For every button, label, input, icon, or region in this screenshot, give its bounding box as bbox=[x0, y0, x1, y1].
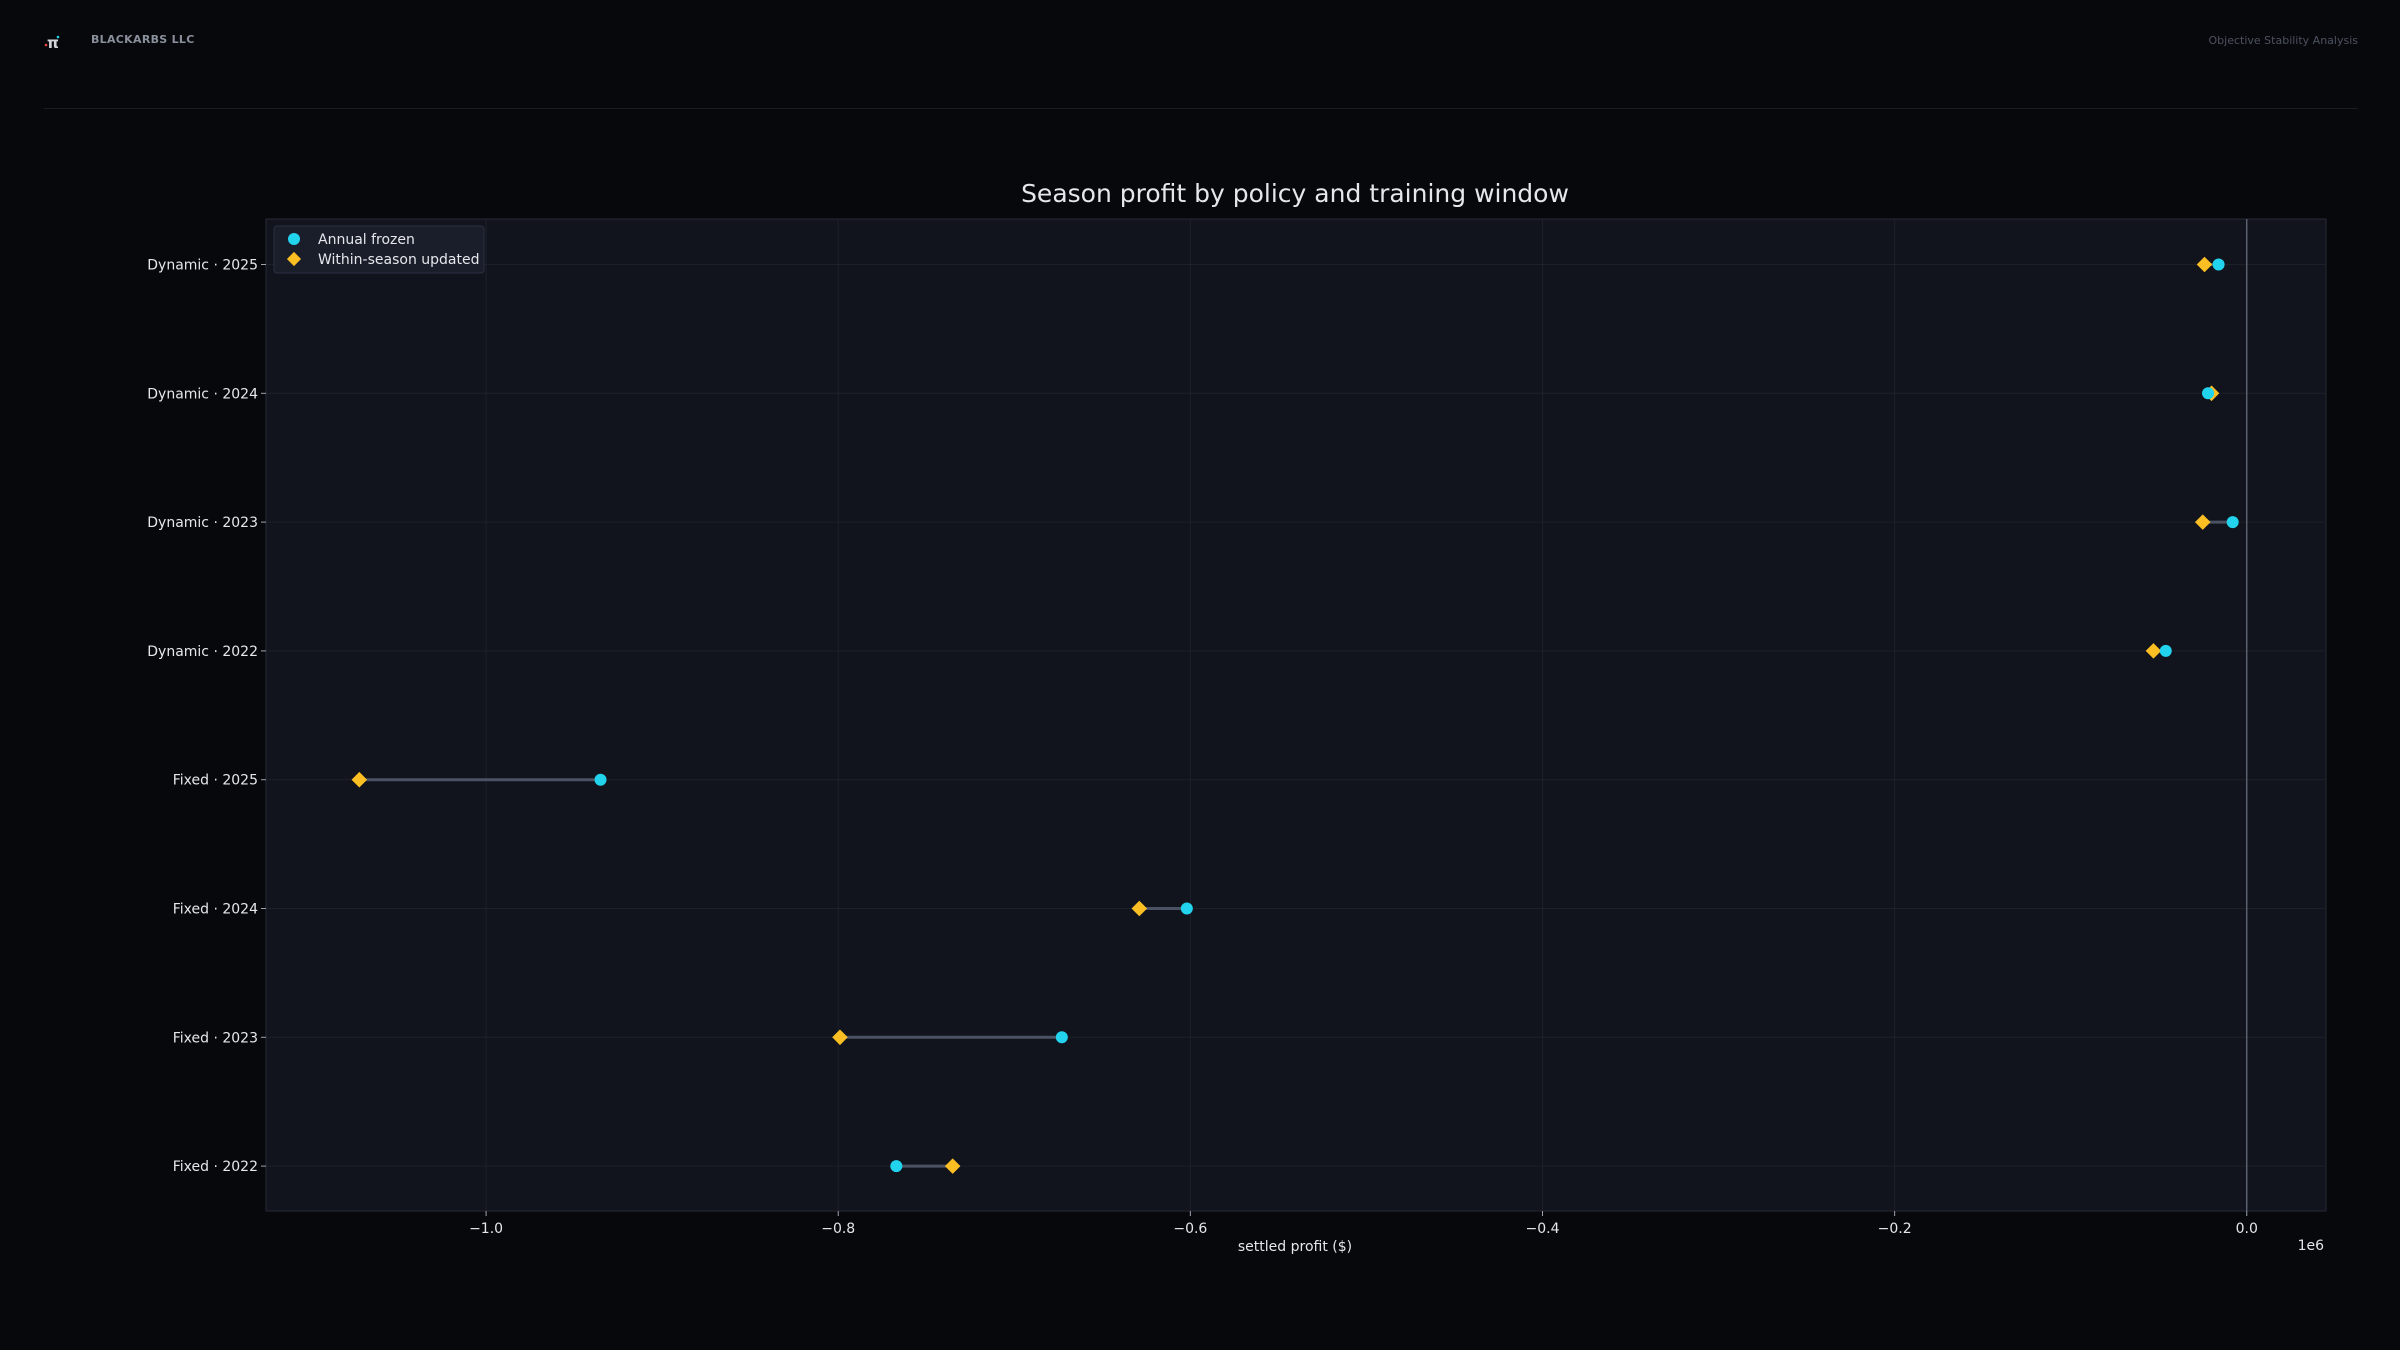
point-annual-frozen-dynamic-2023 bbox=[2226, 516, 2239, 529]
legend-label-annual-frozen: Annual frozen bbox=[318, 232, 415, 248]
y-tick-label-fixed-2024: Fixed · 2024 bbox=[173, 902, 258, 918]
x-tick-label: −0.8 bbox=[821, 1221, 855, 1237]
x-tick-label: −0.6 bbox=[1173, 1221, 1207, 1237]
y-tick-label-dynamic-2023: Dynamic · 2023 bbox=[147, 515, 258, 531]
point-annual-frozen-fixed-2023 bbox=[1055, 1031, 1068, 1044]
x-tick-label: 0.0 bbox=[2236, 1221, 2258, 1237]
y-tick-label-fixed-2022: Fixed · 2022 bbox=[173, 1159, 258, 1175]
y-tick-label-fixed-2025: Fixed · 2025 bbox=[173, 773, 258, 789]
plot-area bbox=[265, 218, 2327, 1212]
y-tick-label-dynamic-2025: Dynamic · 2025 bbox=[147, 258, 258, 274]
legend: Annual frozen Within-season updated bbox=[273, 225, 485, 274]
point-annual-frozen-fixed-2022 bbox=[890, 1160, 903, 1173]
x-tick-label: −1.0 bbox=[469, 1221, 503, 1237]
point-annual-frozen-dynamic-2022 bbox=[2159, 644, 2172, 657]
x-axis-label: settled profit ($) bbox=[1238, 1239, 1352, 1255]
legend-marker-annual-frozen bbox=[288, 233, 300, 245]
x-axis-offset-label: 1e6 bbox=[2298, 1238, 2325, 1254]
point-annual-frozen-fixed-2025 bbox=[594, 773, 607, 786]
x-tick-label: −0.4 bbox=[1525, 1221, 1559, 1237]
point-annual-frozen-dynamic-2025 bbox=[2212, 258, 2225, 271]
point-annual-frozen-dynamic-2024 bbox=[2202, 387, 2215, 400]
point-annual-frozen-fixed-2024 bbox=[1180, 902, 1193, 915]
y-tick-label-dynamic-2024: Dynamic · 2024 bbox=[147, 386, 258, 402]
dumbbell-chart: Dynamic · 2025 Dynamic · 2024 Dynamic · 20… bbox=[147, 179, 2327, 1255]
y-axis: Dynamic · 2025 Dynamic · 2024 Dynamic · 20… bbox=[147, 258, 266, 1175]
chart-title: Season profit by policy and training win… bbox=[1021, 179, 1569, 208]
y-tick-label-fixed-2023: Fixed · 2023 bbox=[173, 1030, 258, 1046]
y-tick-label-dynamic-2022: Dynamic · 2022 bbox=[147, 644, 258, 660]
legend-label-within-season-updated: Within-season updated bbox=[318, 252, 480, 268]
x-tick-label: −0.2 bbox=[1878, 1221, 1912, 1237]
x-axis: −1.0 −0.8 −0.6 −0.4 −0.2 0.0 bbox=[469, 1211, 2258, 1237]
